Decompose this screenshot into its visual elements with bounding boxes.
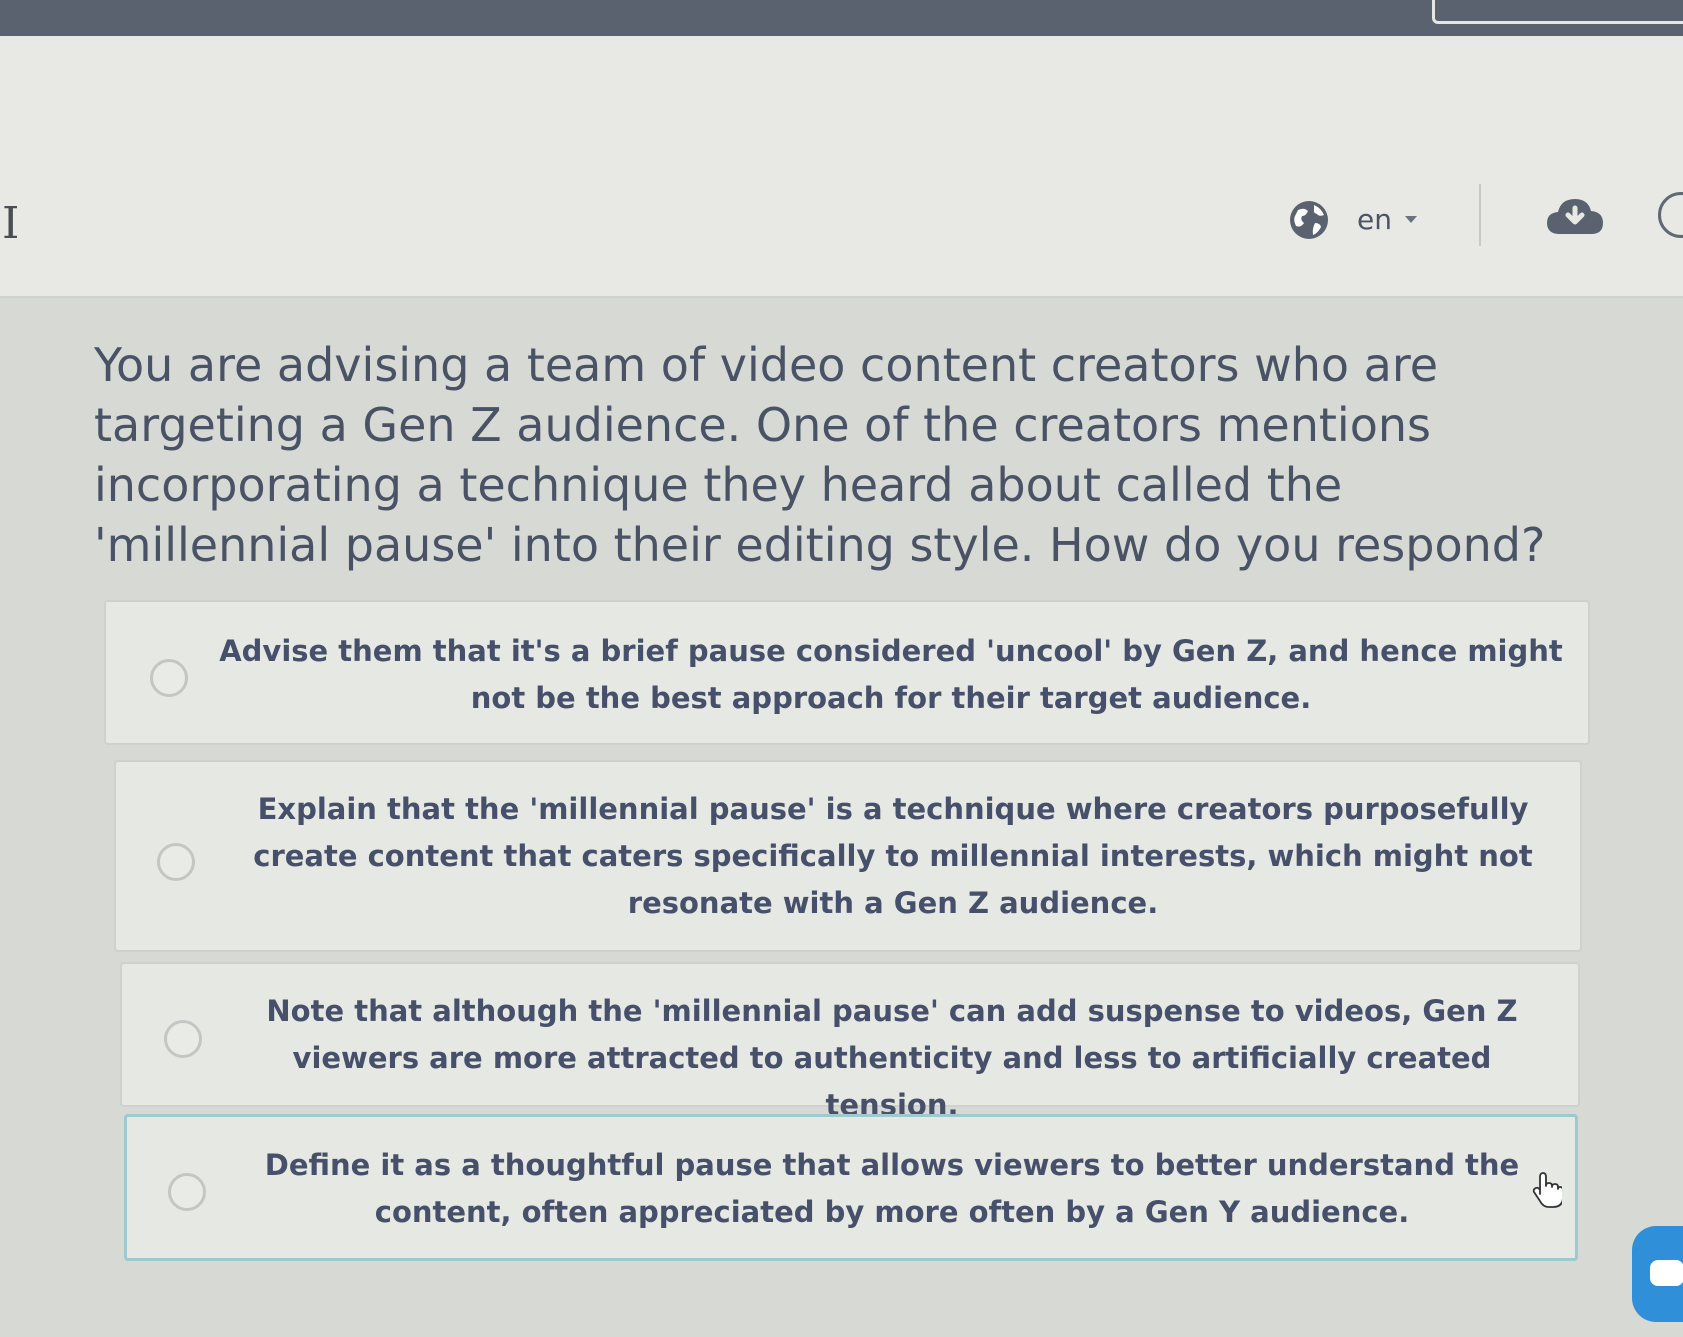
chat-icon[interactable] [1632,1226,1683,1322]
chevron-down-icon[interactable] [1405,216,1417,223]
header-divider [1479,184,1481,246]
hand-pointer-icon [1532,1172,1562,1208]
answer-option[interactable]: Explain that the 'millennial pause' is a… [114,760,1582,952]
radio-button[interactable] [164,1020,202,1058]
chat-icon-glyph [1650,1260,1683,1286]
answer-option-text: Explain that the 'millennial pause' is a… [253,792,1533,920]
top-bar-button[interactable] [1432,0,1683,24]
language-selector[interactable]: en [1357,203,1392,236]
answer-option-text: Advise them that it's a brief pause cons… [219,634,1563,715]
globe-icon[interactable] [1288,199,1330,241]
answer-option[interactable]: Define it as a thoughtful pause that all… [124,1114,1578,1261]
top-bar [0,0,1683,36]
answer-option-text: Note that although the 'millennial pause… [266,994,1518,1122]
answer-option[interactable]: Advise them that it's a brief pause cons… [104,600,1590,745]
header-bar [0,36,1683,298]
question-text: You are advising a team of video content… [94,338,1546,572]
answer-option-text: Define it as a thoughtful pause that all… [264,1148,1520,1229]
radio-button[interactable] [157,843,195,881]
cloud-download-icon[interactable] [1546,198,1604,236]
radio-button[interactable] [168,1173,206,1211]
answer-option[interactable]: Note that although the 'millennial pause… [120,962,1580,1122]
text-cursor-icon: I [2,198,20,249]
radio-button[interactable] [150,659,188,697]
